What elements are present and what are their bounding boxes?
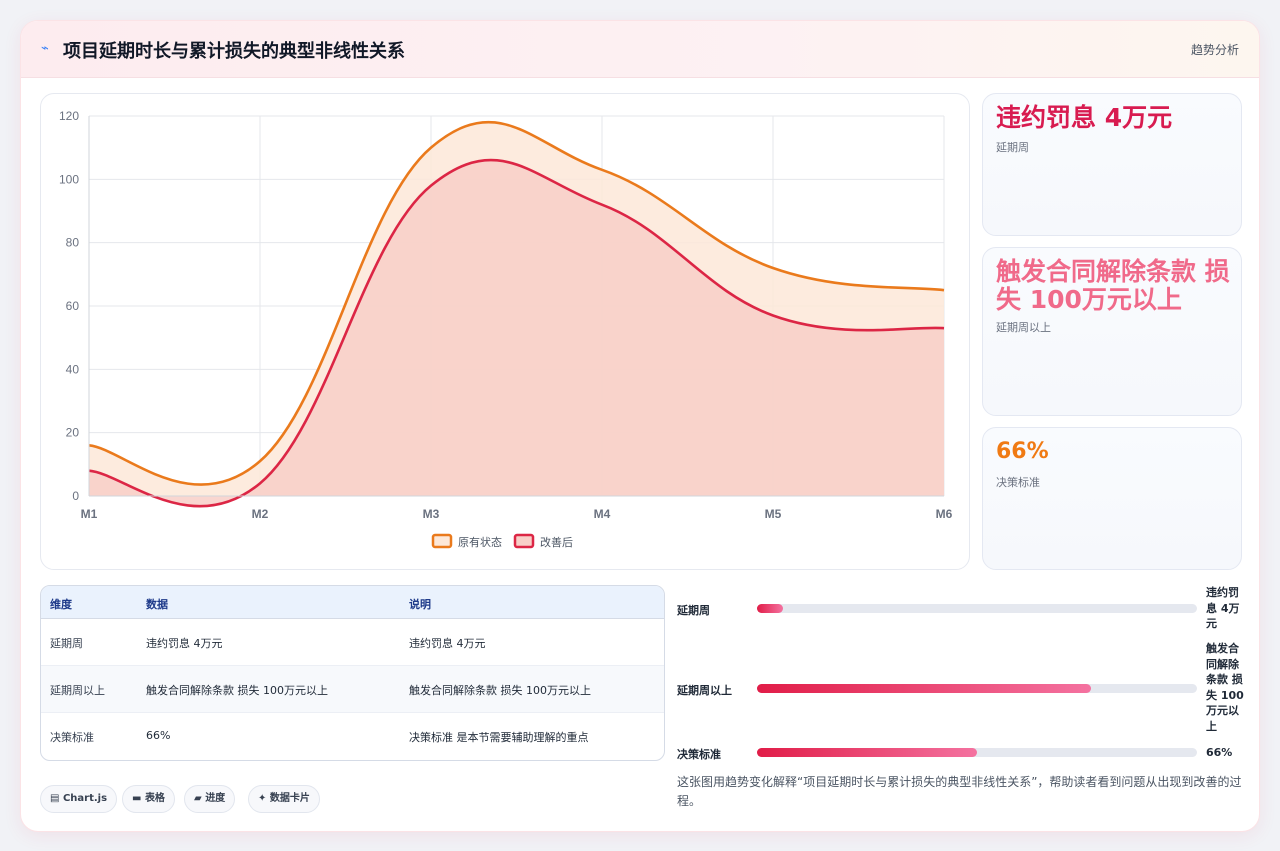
progress-track bbox=[757, 604, 1197, 613]
chart-panel: 0 20 40 60 80 100 120 M1 M2 M3 M4 M5 M6 原有状态 改善后 bbox=[40, 93, 970, 570]
chip-label: 表格 bbox=[144, 793, 165, 804]
table-cell: 决策标准 bbox=[50, 731, 94, 744]
progress-label: 决策标准 bbox=[677, 748, 721, 761]
table-cell: 违约罚息 4万元 bbox=[146, 637, 223, 650]
table-cell: 触发合同解除条款 损失 100万元以上 bbox=[146, 684, 328, 697]
stat-card-3: 66% 决策标准 bbox=[982, 427, 1242, 570]
progress-fill bbox=[757, 748, 977, 757]
table-row: 延期周以上 触发合同解除条款 损失 100万元以上 触发合同解除条款 损失 10… bbox=[41, 666, 664, 713]
folder-icon: ▰ bbox=[194, 793, 202, 804]
table-cell: 延期周 bbox=[50, 637, 83, 650]
page-title: 项目延期时长与累计损失的典型非线性关系 bbox=[63, 41, 405, 62]
table-cell: 触发合同解除条款 损失 100万元以上 bbox=[409, 684, 591, 697]
progress-label: 延期周 bbox=[677, 604, 710, 617]
stat-label: 延期周 bbox=[996, 141, 1029, 154]
chip-progress[interactable]: ▰ 进度 bbox=[184, 785, 236, 813]
column-header: 数据 bbox=[146, 598, 168, 611]
dashboard-card: ⌁ 项目延期时长与累计损失的典型非线性关系 趋势分析 0 20 40 60 80 100 1… bbox=[20, 20, 1260, 832]
chart-caption: 这张图用趋势变化解释“项目延期时长与累计损失的典型非线性关系”，帮助读者看到问题… bbox=[677, 775, 1242, 808]
x-tick-label: M2 bbox=[252, 507, 269, 521]
legend-swatch bbox=[513, 533, 535, 549]
legend-swatch bbox=[431, 533, 453, 549]
progress-value: 触发合同解除条款 损失 100万元以上 bbox=[1206, 642, 1244, 733]
chart-icon: ▤ bbox=[50, 793, 60, 804]
y-tick-label: 60 bbox=[66, 299, 80, 313]
section-tag: 趋势分析 bbox=[1190, 43, 1239, 57]
chip-label: 数据卡片 bbox=[269, 793, 310, 804]
table-row: 延期周 违约罚息 4万元 违约罚息 4万元 bbox=[41, 619, 664, 666]
stat-card-2: 触发合同解除条款 损失 100万元以上 延期周以上 bbox=[982, 247, 1242, 416]
table-header: 维度 数据 说明 bbox=[41, 586, 664, 619]
sparkle-icon: ✦ bbox=[258, 793, 267, 804]
data-table: 维度 数据 说明 延期周 违约罚息 4万元 违约罚息 4万元 延期周以上 触发合… bbox=[40, 585, 665, 761]
x-tick-label: M1 bbox=[81, 507, 98, 521]
x-tick-label: M6 bbox=[936, 507, 953, 521]
chip-chartjs[interactable]: ▤ Chart.js bbox=[40, 785, 118, 813]
progress-track bbox=[757, 748, 1197, 757]
series-area-1 bbox=[89, 160, 944, 507]
x-tick-label: M5 bbox=[765, 507, 782, 521]
y-tick-label: 40 bbox=[66, 362, 80, 376]
column-header: 说明 bbox=[409, 598, 431, 611]
y-tick-label: 20 bbox=[66, 426, 80, 440]
table-cell: 决策标准 是本节需要辅助理解的重点 bbox=[409, 731, 589, 744]
stat-label: 决策标准 bbox=[996, 476, 1040, 489]
stat-value: 违约罚息 4万元 bbox=[996, 103, 1173, 132]
stat-label: 延期周以上 bbox=[996, 321, 1051, 334]
progress-value: 66% bbox=[1206, 746, 1233, 759]
header-bar: ⌁ 项目延期时长与累计损失的典型非线性关系 趋势分析 bbox=[21, 21, 1259, 78]
y-tick-label: 0 bbox=[72, 489, 79, 503]
x-tick-label: M3 bbox=[423, 507, 440, 521]
stat-value: 66% bbox=[996, 439, 1049, 464]
stat-card-1: 违约罚息 4万元 延期周 bbox=[982, 93, 1242, 236]
legend-label: 改善后 bbox=[540, 535, 573, 549]
table-row: 决策标准 66% 决策标准 是本节需要辅助理解的重点 bbox=[41, 713, 664, 759]
column-header: 维度 bbox=[50, 598, 72, 611]
y-tick-label: 120 bbox=[59, 109, 79, 123]
chip-datacard[interactable]: ✦ 数据卡片 bbox=[248, 785, 320, 813]
table-icon: ▬ bbox=[132, 793, 142, 804]
table-cell: 延期周以上 bbox=[50, 684, 105, 697]
table-cell: 66% bbox=[146, 729, 171, 742]
y-tick-label: 100 bbox=[59, 172, 79, 186]
x-tick-label: M4 bbox=[594, 507, 611, 521]
chip-label: Chart.js bbox=[62, 793, 108, 804]
progress-fill bbox=[757, 604, 784, 613]
legend-label: 原有状态 bbox=[458, 535, 502, 549]
y-tick-label: 80 bbox=[66, 236, 80, 250]
progress-fill bbox=[757, 684, 1092, 693]
table-cell: 违约罚息 4万元 bbox=[409, 637, 486, 650]
progress-label: 延期周以上 bbox=[677, 684, 732, 697]
trend-line-icon: ⌁ bbox=[41, 41, 49, 56]
progress-track bbox=[757, 684, 1197, 693]
progress-value: 违约罚息 4万元 bbox=[1206, 586, 1240, 630]
stat-value: 触发合同解除条款 损失 100万元以上 bbox=[996, 257, 1230, 314]
chip-label: 进度 bbox=[205, 793, 226, 804]
chip-table[interactable]: ▬ 表格 bbox=[122, 785, 175, 813]
area-chart: 0 20 40 60 80 100 120 M1 M2 M3 M4 M5 M6 原有状态 改善后 bbox=[59, 109, 953, 549]
